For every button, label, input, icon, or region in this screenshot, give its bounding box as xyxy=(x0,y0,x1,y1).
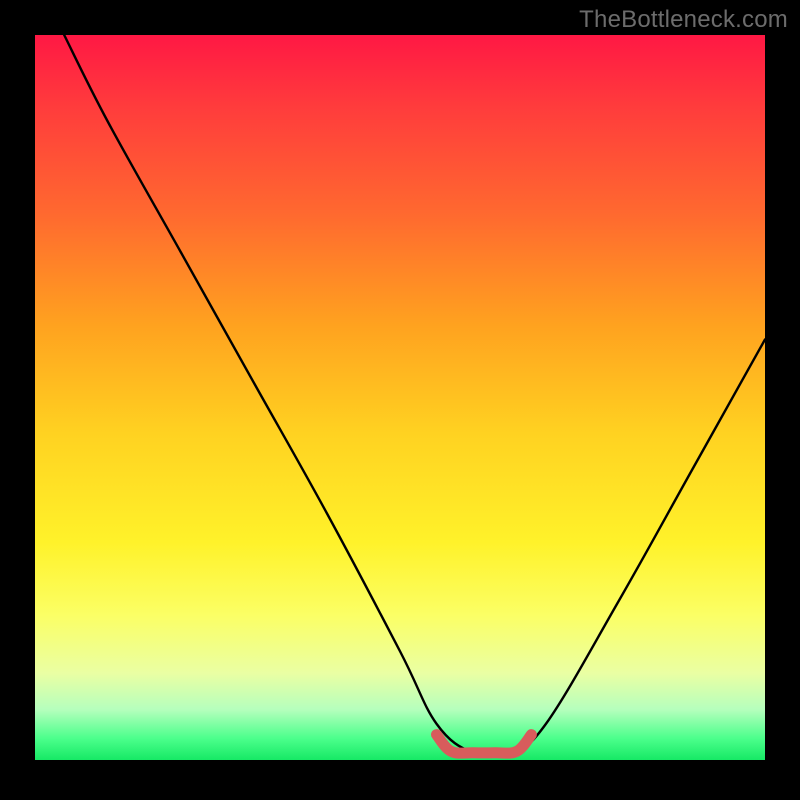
chart-frame: TheBottleneck.com xyxy=(0,0,800,800)
chart-svg xyxy=(35,35,765,760)
curve-red-flat xyxy=(437,735,532,754)
chart-plot-area xyxy=(35,35,765,760)
curve-black xyxy=(64,35,765,757)
watermark-text: TheBottleneck.com xyxy=(579,6,788,34)
